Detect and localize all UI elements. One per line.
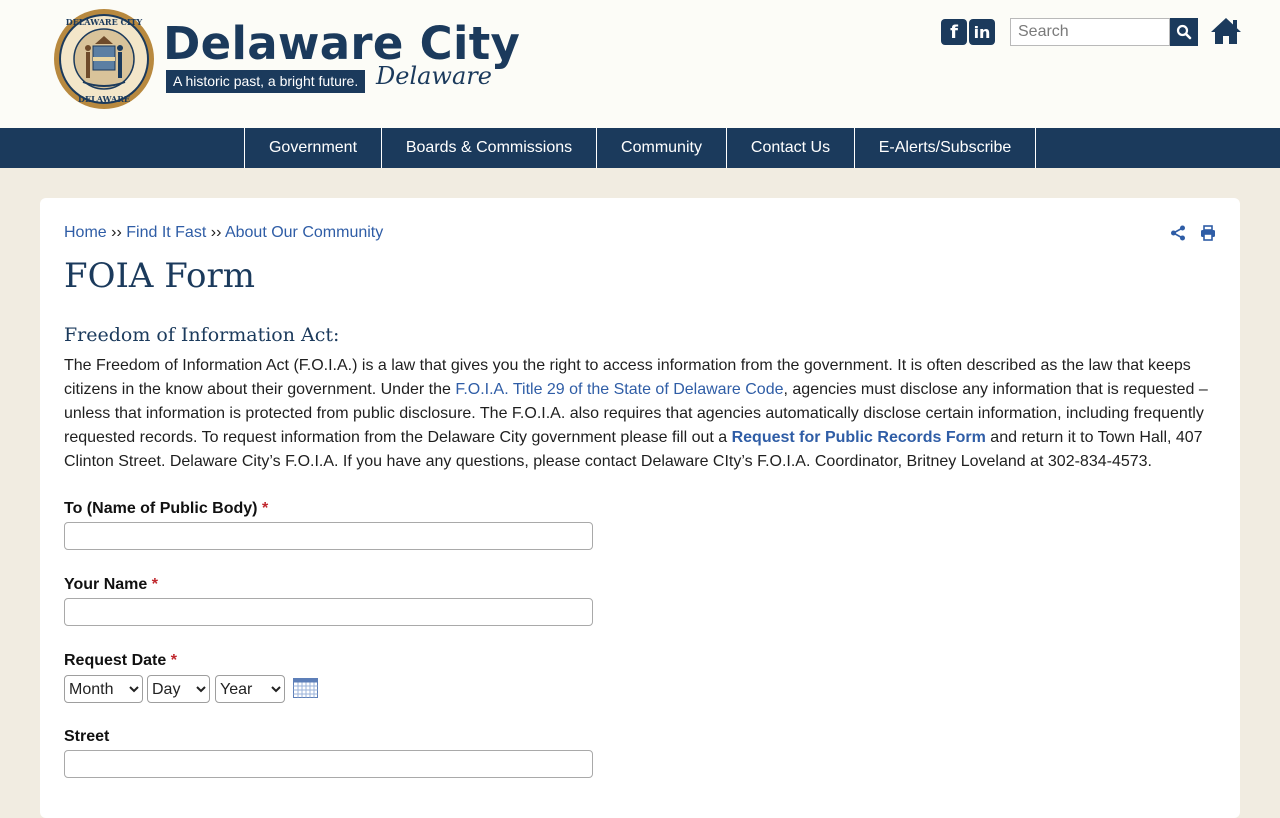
year-select[interactable]: Year xyxy=(215,675,285,703)
seal-text-bottom: DELAWARE xyxy=(78,94,130,104)
breadcrumb-separator: ›› xyxy=(111,224,122,241)
page-title: FOIA Form xyxy=(64,256,255,296)
city-seal-logo[interactable]: DELAWARE CITY DELAWARE xyxy=(53,8,155,110)
seal-text-top: DELAWARE CITY xyxy=(66,17,143,27)
nav-item-community[interactable]: Community xyxy=(597,128,727,168)
social-links: f in xyxy=(941,19,995,45)
nav-item-boards-commissions[interactable]: Boards & Commissions xyxy=(382,128,597,168)
breadcrumb-find-it-fast[interactable]: Find It Fast xyxy=(126,224,206,241)
main-nav: Government Boards & Commissions Communit… xyxy=(0,128,1280,168)
intro-paragraph: The Freedom of Information Act (F.O.I.A.… xyxy=(64,354,1216,474)
public-records-form-link[interactable]: Request for Public Records Form xyxy=(732,429,986,446)
to-public-body-input[interactable] xyxy=(64,522,593,550)
breadcrumb-home[interactable]: Home xyxy=(64,224,107,241)
street-field-label-text: Street xyxy=(64,728,110,745)
foia-title29-link[interactable]: F.O.I.A. Title 29 of the State of Delawa… xyxy=(455,381,783,398)
to-field-label-text: To (Name of Public Body) xyxy=(64,500,258,517)
linkedin-icon[interactable]: in xyxy=(969,19,995,45)
search-button[interactable] xyxy=(1170,18,1198,46)
to-field-label: To (Name of Public Body) * xyxy=(64,500,268,518)
breadcrumb: Home ›› Find It Fast ›› About Our Commun… xyxy=(64,224,383,242)
linkedin-glyph: in xyxy=(973,22,991,42)
home-icon[interactable] xyxy=(1210,16,1242,46)
nav-item-e-alerts-subscribe[interactable]: E-Alerts/Subscribe xyxy=(855,128,1036,168)
site-tagline: A historic past, a bright future. xyxy=(166,70,366,93)
name-field-label-text: Your Name xyxy=(64,576,148,593)
month-select[interactable]: Month xyxy=(64,675,143,703)
required-marker: * xyxy=(261,500,269,517)
name-field-label: Your Name * xyxy=(64,576,158,594)
breadcrumb-about-our-community[interactable]: About Our Community xyxy=(225,224,383,241)
section-title: Freedom of Information Act: xyxy=(64,324,340,346)
date-field-label: Request Date * xyxy=(64,652,177,670)
share-icon[interactable] xyxy=(1170,225,1186,241)
search-icon xyxy=(1176,24,1192,40)
required-marker: * xyxy=(170,652,177,669)
street-field-label: Street xyxy=(64,728,109,746)
calendar-icon[interactable] xyxy=(293,678,318,698)
nav-item-contact-us[interactable]: Contact Us xyxy=(727,128,855,168)
day-select[interactable]: Day xyxy=(147,675,210,703)
search-input[interactable] xyxy=(1010,18,1170,46)
facebook-glyph: f xyxy=(950,21,958,43)
nav-items: Government Boards & Commissions Communit… xyxy=(244,128,1036,168)
nav-item-government[interactable]: Government xyxy=(245,128,382,168)
date-field-label-text: Request Date xyxy=(64,652,167,669)
breadcrumb-separator: ›› xyxy=(210,224,222,241)
site-header: DELAWARE CITY DELAWARE Delaware City A h… xyxy=(0,0,1280,128)
required-marker: * xyxy=(151,576,158,593)
street-input[interactable] xyxy=(64,750,593,778)
your-name-input[interactable] xyxy=(64,598,593,626)
print-icon[interactable] xyxy=(1200,225,1216,241)
content-card: Home ›› Find It Fast ›› About Our Commun… xyxy=(40,198,1240,818)
site-script-subtitle: Delaware xyxy=(376,62,492,90)
facebook-icon[interactable]: f xyxy=(941,19,967,45)
